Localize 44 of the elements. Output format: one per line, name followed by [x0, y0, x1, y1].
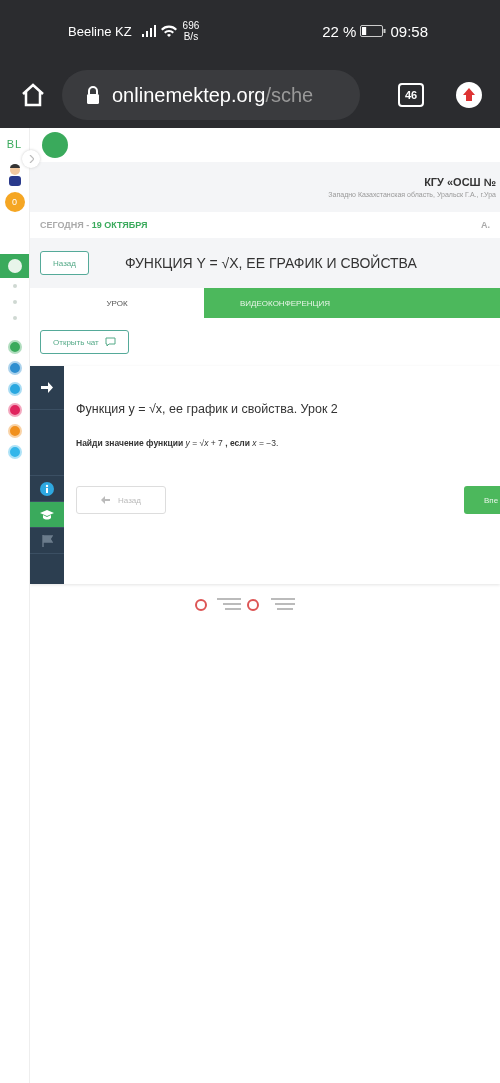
lesson-title: ФУНКЦИЯ Y = √X, ЕЕ ГРАФИК И СВОЙСТВА: [124, 255, 417, 271]
user-initial: А.: [481, 220, 490, 230]
network-speed: 696: [182, 20, 200, 31]
brand-logo[interactable]: BL: [6, 138, 23, 150]
app-icon[interactable]: [7, 361, 22, 375]
signal-icon: [141, 25, 156, 37]
chat-icon: [104, 337, 116, 347]
previous-button[interactable]: Назад: [76, 486, 166, 514]
battery-percent: 22 %: [322, 22, 357, 40]
wifi-icon: [160, 25, 177, 37]
app-icon[interactable]: [7, 445, 22, 459]
app-icon[interactable]: [7, 382, 22, 396]
points-badge: 0: [4, 192, 25, 212]
lesson-nav-item[interactable]: [30, 502, 64, 528]
battery-icon: [360, 25, 387, 37]
carrier-name: Beeline KZ: [68, 23, 132, 39]
school-logo[interactable]: [42, 132, 68, 158]
arrow-right-icon: [41, 382, 53, 393]
next-button[interactable]: Впе: [464, 486, 500, 514]
back-button[interactable]: Назад: [40, 251, 89, 275]
flag-icon: [41, 534, 53, 547]
arrow-left-icon: [101, 496, 111, 504]
graduation-cap-icon: [40, 509, 54, 520]
tab-count-button[interactable]: 46: [398, 83, 424, 107]
avatar-icon[interactable]: [7, 164, 22, 186]
clock-time: 09:58: [390, 22, 428, 40]
url-text: onlinemektep.org/sche: [112, 83, 314, 107]
date-text: СЕГОДНЯ - 19 ОКТЯБРЯ: [40, 220, 148, 230]
home-icon[interactable]: [20, 83, 46, 107]
speed-unit: B/s: [182, 31, 200, 42]
lesson-heading: Функция у = √х, ее график и свойства. Урок 2: [76, 402, 339, 416]
school-name: КГУ «ОСШ №: [424, 176, 496, 188]
lock-icon: [86, 86, 100, 104]
chevron-right-icon: [28, 155, 34, 163]
app-icon[interactable]: [7, 424, 22, 438]
task-text: Найди значение функции y = √x + 7 , если x = −3.: [76, 438, 280, 448]
info-icon: [40, 481, 54, 496]
open-chat-button[interactable]: Открыть чат: [40, 330, 129, 354]
app-icon[interactable]: [7, 403, 22, 417]
tab[interactable]: ВИДЕОКОНФЕРЕНЦИЯ: [204, 288, 500, 318]
update-icon[interactable]: [456, 82, 482, 108]
app-icon[interactable]: [7, 340, 22, 354]
step-item[interactable]: [0, 254, 29, 278]
address-bar[interactable]: onlinemektep.org/sche: [62, 70, 360, 120]
